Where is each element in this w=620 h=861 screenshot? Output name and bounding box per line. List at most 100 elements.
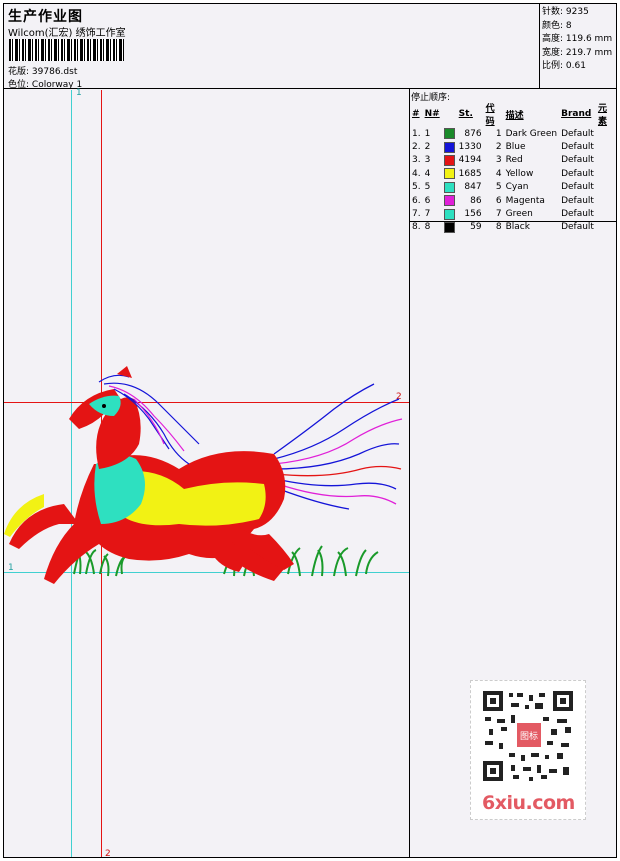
cell-swatch xyxy=(442,127,457,140)
cell-idx: 3. xyxy=(412,155,421,166)
cell-n: 5 xyxy=(424,182,431,193)
color-swatch xyxy=(443,195,455,207)
cell-code: 1 xyxy=(495,128,502,139)
cell-idx: 2. xyxy=(412,142,421,153)
cell-idx: 6. xyxy=(412,195,421,206)
cell-brand: Default xyxy=(561,209,594,220)
cell-brand: Default xyxy=(561,195,594,206)
cell-st: 59 xyxy=(470,222,482,233)
cell-n: 8 xyxy=(424,222,431,233)
color-swatch xyxy=(443,221,455,233)
design-scale: 0.61 xyxy=(565,61,586,71)
cell-swatch xyxy=(442,194,457,207)
cell-brand: Default xyxy=(561,142,594,153)
cell-idx: 1. xyxy=(412,128,421,139)
production-worksheet: 生产作业图 Wilcom(汇宏) 绣饰工作室 花版: 39786.dst 色位:… xyxy=(3,3,617,859)
qr-code-graphic: 图标 xyxy=(481,689,575,783)
cell-st: 4194 xyxy=(458,155,482,166)
cell-n: 7 xyxy=(424,209,431,220)
cell-elem xyxy=(596,127,616,140)
cell-n: 2 xyxy=(424,142,431,153)
cell-code: 7 xyxy=(495,209,502,220)
cell-st: 86 xyxy=(470,195,482,206)
cell-brand: Default xyxy=(561,222,594,233)
cell-st: 156 xyxy=(464,209,482,220)
cell-st: 1330 xyxy=(458,142,482,153)
cell-n: 3 xyxy=(424,155,431,166)
table-row: 6. 6 86 6 Magenta Default xyxy=(410,194,616,207)
design-width: 219.7 mm xyxy=(565,47,613,58)
watermark-text: 6xiu.com xyxy=(482,792,575,814)
design-label: 花版: xyxy=(8,67,30,77)
cell-swatch xyxy=(442,221,457,234)
cell-n: 4 xyxy=(424,168,431,179)
color-swatch xyxy=(443,208,455,220)
table-header: # N# St. 代码 描述 Brand 元素 xyxy=(412,104,607,127)
cell-elem xyxy=(596,167,616,180)
cell-swatch xyxy=(442,207,457,220)
cell-st: 876 xyxy=(464,128,482,139)
table-row: 1. 1 876 1 Dark Green Default xyxy=(410,127,616,140)
cell-desc: Red xyxy=(505,155,523,166)
cell-elem xyxy=(596,154,616,167)
cell-idx: 4. xyxy=(412,168,421,179)
cell-desc: Green xyxy=(505,209,533,220)
cell-elem xyxy=(596,221,616,234)
table-row: 5. 5 847 5 Cyan Default xyxy=(410,181,616,194)
stats-panel: 针数: 9235 颜色: 8 高度: 119.6 mm 宽度: 219.7 mm… xyxy=(542,7,613,71)
horse-embroidery-design xyxy=(4,366,403,584)
cell-desc: Blue xyxy=(505,142,526,153)
cell-swatch xyxy=(442,167,457,180)
cell-brand: Default xyxy=(561,182,594,193)
design-value: 39786.dst xyxy=(31,67,78,77)
cell-idx: 7. xyxy=(412,209,421,220)
header-divider xyxy=(4,88,616,89)
cell-desc: Yellow xyxy=(505,168,534,179)
table-row: 4. 4 1685 4 Yellow Default xyxy=(410,167,616,180)
worksheet-title: 生产作业图 xyxy=(8,9,83,25)
cell-desc: Black xyxy=(505,222,530,233)
cell-brand: Default xyxy=(561,168,594,179)
stats-divider xyxy=(539,4,540,88)
horse-eye xyxy=(102,404,106,408)
color-swatch xyxy=(443,168,455,180)
cell-n: 1 xyxy=(424,128,431,139)
color-sequence-table: # N# St. 代码 描述 Brand 元素 1. 1 876 1 Dark Gree… xyxy=(410,101,616,234)
stitch-count: 9235 xyxy=(565,7,589,17)
cell-swatch xyxy=(442,140,457,153)
color-swatch xyxy=(443,128,455,140)
design-row: 花版: 39786.dst xyxy=(8,64,77,77)
table-row: 7. 7 156 7 Green Default xyxy=(410,207,616,220)
cell-desc: Magenta xyxy=(505,195,545,206)
stamp-text: 图标 xyxy=(520,730,538,742)
color-swatch xyxy=(443,154,455,166)
cell-code: 4 xyxy=(495,168,502,179)
cell-code: 3 xyxy=(495,155,502,166)
cell-st: 847 xyxy=(464,182,482,193)
cell-desc: Dark Green xyxy=(505,128,558,139)
cell-elem xyxy=(596,207,616,220)
cell-elem xyxy=(596,194,616,207)
cell-idx: 5. xyxy=(412,182,421,193)
cell-st: 1685 xyxy=(458,168,482,179)
color-swatch xyxy=(443,141,455,153)
cell-desc: Cyan xyxy=(505,182,529,193)
barcode xyxy=(9,39,124,61)
cell-swatch xyxy=(442,154,457,167)
cell-brand: Default xyxy=(561,128,594,139)
cell-idx: 8. xyxy=(412,222,421,233)
design-height: 119.6 mm xyxy=(565,34,613,44)
cell-swatch xyxy=(442,181,457,194)
color-count: 8 xyxy=(565,20,572,31)
tail-illustration xyxy=(273,383,403,510)
cell-code: 6 xyxy=(495,195,502,206)
table-row: 8. 8 59 8 Black Default xyxy=(410,221,616,234)
software-name: Wilcom(汇宏) 绣饰工作室 xyxy=(8,28,126,39)
color-swatch xyxy=(443,181,455,193)
guide-label-v2: 2 xyxy=(105,849,111,859)
cell-n: 6 xyxy=(424,195,431,206)
cell-code: 8 xyxy=(495,222,502,233)
guide-label-v1: 1 xyxy=(76,88,82,98)
table-row: 2. 2 1330 2 Blue Default xyxy=(410,140,616,153)
cell-elem xyxy=(596,140,616,153)
